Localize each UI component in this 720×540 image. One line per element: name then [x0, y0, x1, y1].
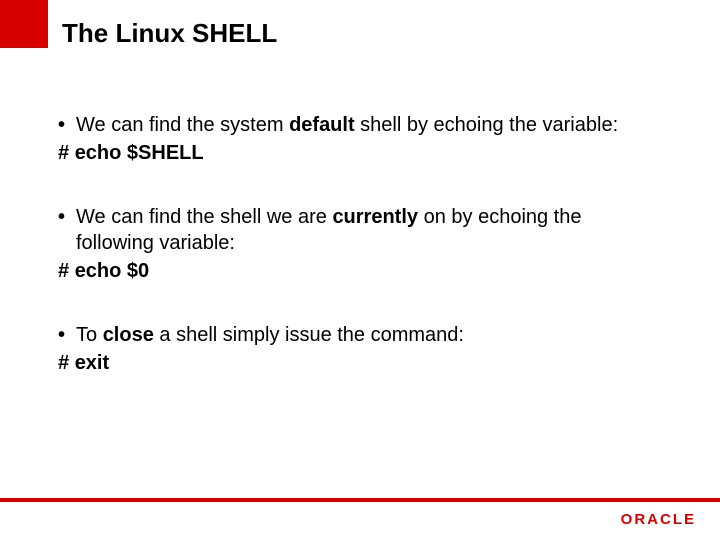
text-bold: default	[289, 114, 355, 136]
bullet-line: • We can find the system default shell b…	[58, 112, 662, 138]
command-text: echo $SHELL	[75, 142, 204, 164]
command-line: # echo $0	[58, 258, 662, 284]
slide-content: • We can find the system default shell b…	[58, 112, 662, 414]
text-segment: We can find the shell we are	[76, 206, 332, 228]
command-prompt: #	[58, 142, 75, 164]
bullet-line: • To close a shell simply issue the comm…	[58, 322, 662, 348]
bullet-group: • To close a shell simply issue the comm…	[58, 322, 662, 376]
bullet-text: We can find the system default shell by …	[76, 112, 662, 138]
command-text: echo $0	[75, 260, 149, 282]
bullet-group: • We can find the system default shell b…	[58, 112, 662, 166]
bullet-group: • We can find the shell we are currently…	[58, 204, 662, 284]
command-line: # exit	[58, 350, 662, 376]
bullet-line: • We can find the shell we are currently…	[58, 204, 662, 256]
header-accent-block	[0, 0, 48, 48]
slide-title: The Linux SHELL	[62, 18, 277, 49]
text-segment: We can find the system	[76, 114, 289, 136]
text-segment: To	[76, 324, 103, 346]
text-bold: close	[103, 324, 154, 346]
text-bold: currently	[332, 206, 418, 228]
bullet-text: To close a shell simply issue the comman…	[76, 322, 662, 348]
bullet-dot: •	[58, 322, 76, 348]
bullet-text: We can find the shell we are currently o…	[76, 204, 662, 256]
command-prompt: #	[58, 260, 75, 282]
text-segment: shell by echoing the variable:	[355, 114, 619, 136]
footer-accent-bar	[0, 498, 720, 502]
text-segment: a shell simply issue the command:	[154, 324, 464, 346]
command-text: exit	[75, 352, 109, 374]
command-prompt: #	[58, 352, 75, 374]
command-line: # echo $SHELL	[58, 140, 662, 166]
oracle-logo: ORACLE	[621, 511, 696, 528]
bullet-dot: •	[58, 112, 76, 138]
bullet-dot: •	[58, 204, 76, 256]
